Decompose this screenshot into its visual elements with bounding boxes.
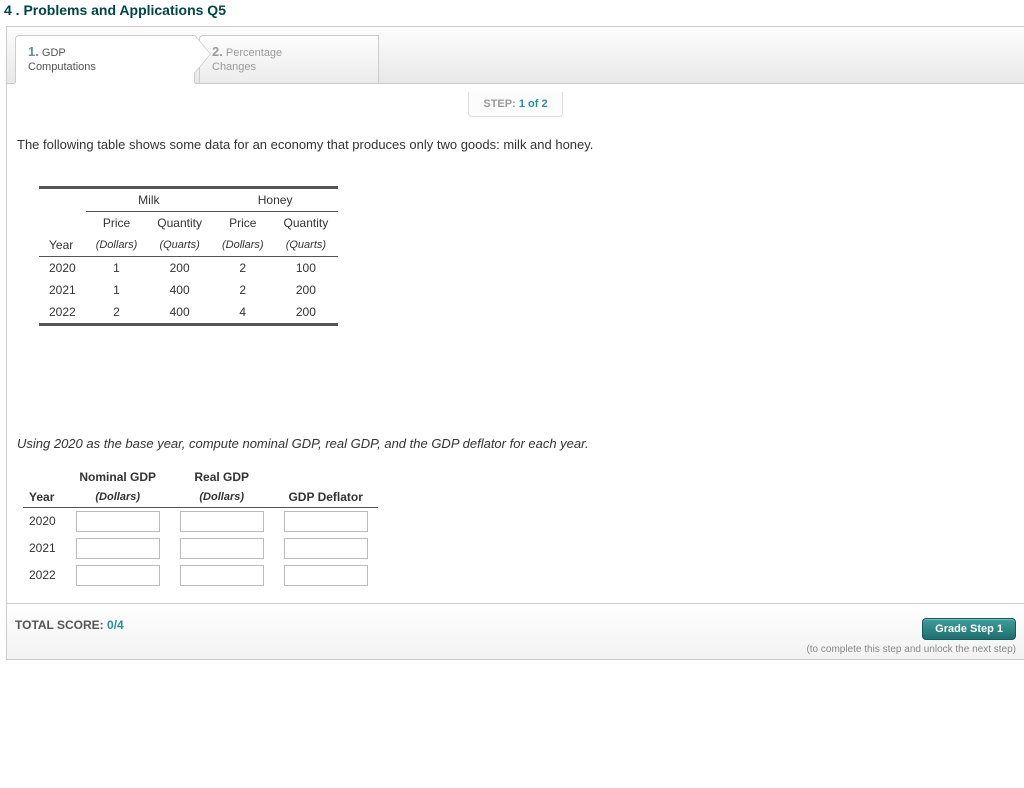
score-value: 0/4 (107, 618, 124, 632)
cell-year: 2021 (39, 279, 86, 301)
step-sep: of (528, 98, 538, 110)
step-current: 1 (519, 98, 525, 110)
step-indicator: STEP: 1 of 2 (468, 92, 562, 117)
tab-number: 2. (212, 44, 223, 59)
unit-milk-price: (Dollars) (86, 234, 148, 257)
input-deflator-2021[interactable] (284, 538, 368, 559)
input-deflator-2022[interactable] (284, 565, 368, 586)
cell-year: 2021 (23, 535, 66, 562)
tab-gdp-computations[interactable]: 1. GDP Computations (15, 35, 195, 83)
col-honey-qty: Quantity (274, 211, 339, 234)
input-nominal-2022[interactable] (76, 565, 160, 586)
input-deflator-2020[interactable] (284, 511, 368, 532)
input-real-2020[interactable] (180, 511, 264, 532)
instruction-text: Using 2020 as the base year, compute nom… (17, 436, 1014, 451)
tab-label-line1: GDP (42, 47, 66, 59)
table-row: 2022 (23, 562, 378, 589)
cell-value: 200 (274, 279, 339, 301)
col-milk-price: Price (86, 211, 148, 234)
input-nominal-2020[interactable] (76, 511, 160, 532)
cell-value: 2 (212, 279, 274, 301)
cell-value: 200 (147, 256, 212, 279)
cell-year: 2020 (23, 507, 66, 535)
table-row: 2020 (23, 507, 378, 535)
problem-content: The following table shows some data for … (7, 121, 1024, 603)
answer-table: Nominal GDP Real GDP Year (Dollars) (Dol… (23, 467, 378, 589)
data-table: Milk Honey Price Quantity Price Quantity… (39, 186, 338, 326)
step-total: 2 (541, 98, 547, 110)
table-row: 2020 1 200 2 100 (39, 256, 338, 279)
grade-hint: (to complete this step and unlock the ne… (806, 644, 1016, 655)
cell-value: 4 (212, 301, 274, 325)
intro-text: The following table shows some data for … (17, 137, 1014, 152)
input-real-2022[interactable] (180, 565, 264, 586)
col-year-label: Year (39, 234, 86, 257)
problem-container: 1. GDP Computations 2. Percentage Change… (6, 26, 1024, 660)
tab-label-line2: Computations (28, 61, 96, 73)
tab-number: 1. (28, 44, 39, 59)
table-row: 2021 (23, 535, 378, 562)
cell-year: 2022 (23, 562, 66, 589)
score-label: TOTAL SCORE: (15, 618, 104, 632)
cell-value: 400 (147, 279, 212, 301)
col-year-label: Year (23, 487, 66, 508)
col-group-milk: Milk (86, 187, 212, 211)
total-score: TOTAL SCORE: 0/4 (15, 618, 124, 632)
col-milk-qty: Quantity (147, 211, 212, 234)
cell-year: 2020 (39, 256, 86, 279)
col-nominal-gdp: Nominal GDP (66, 467, 170, 487)
cell-year: 2022 (39, 301, 86, 325)
cell-value: 2 (212, 256, 274, 279)
step-indicator-bar: STEP: 1 of 2 (7, 84, 1024, 121)
tab-label-line1: Percentage (226, 47, 282, 59)
col-group-honey: Honey (212, 187, 338, 211)
cell-value: 400 (147, 301, 212, 325)
grade-step-button[interactable]: Grade Step 1 (922, 618, 1016, 640)
unit-real: (Dollars) (170, 487, 274, 508)
col-gdp-deflator: GDP Deflator (274, 487, 378, 508)
input-real-2021[interactable] (180, 538, 264, 559)
table-row: 2022 2 400 4 200 (39, 301, 338, 325)
cell-value: 2 (86, 301, 148, 325)
col-real-gdp: Real GDP (170, 467, 274, 487)
unit-nominal: (Dollars) (66, 487, 170, 508)
tab-label-line2: Changes (212, 61, 256, 73)
unit-honey-price: (Dollars) (212, 234, 274, 257)
unit-milk-qty: (Quarts) (147, 234, 212, 257)
page-title: 4 . Problems and Applications Q5 (0, 0, 1024, 26)
cell-value: 1 (86, 279, 148, 301)
tab-bar: 1. GDP Computations 2. Percentage Change… (7, 27, 1024, 84)
step-prefix: STEP: (483, 98, 515, 110)
cell-value: 100 (274, 256, 339, 279)
col-honey-price: Price (212, 211, 274, 234)
unit-honey-qty: (Quarts) (274, 234, 339, 257)
tab-percentage-changes[interactable]: 2. Percentage Changes (199, 35, 379, 83)
footer-bar: TOTAL SCORE: 0/4 Grade Step 1 (to comple… (7, 603, 1024, 659)
input-nominal-2021[interactable] (76, 538, 160, 559)
cell-value: 200 (274, 301, 339, 325)
table-row: 2021 1 400 2 200 (39, 279, 338, 301)
cell-value: 1 (86, 256, 148, 279)
